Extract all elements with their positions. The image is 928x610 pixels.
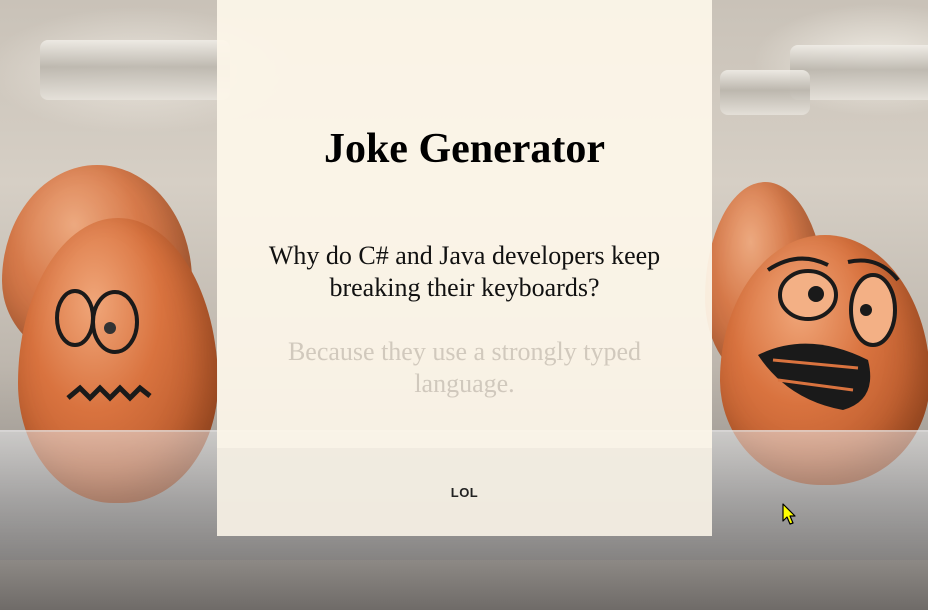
joke-card: Joke Generator Why do C# and Java develo… <box>217 0 712 536</box>
egg-face-left-drawing <box>55 289 152 402</box>
lol-button[interactable]: LOL <box>217 448 712 536</box>
jar-lid-right <box>790 45 928 100</box>
jar-lid-left <box>40 40 230 100</box>
page-title: Joke Generator <box>323 126 606 172</box>
card-footer: LOL <box>217 448 712 536</box>
jar-lid-center <box>720 70 810 115</box>
joke-question: Why do C# and Java developers keep break… <box>268 241 661 302</box>
egg-face-right-drawing <box>758 256 900 410</box>
shelf-floor <box>0 560 928 610</box>
joke-answer: Because they use a strongly typed langua… <box>287 337 642 398</box>
mouse-pointer-icon <box>782 503 796 525</box>
